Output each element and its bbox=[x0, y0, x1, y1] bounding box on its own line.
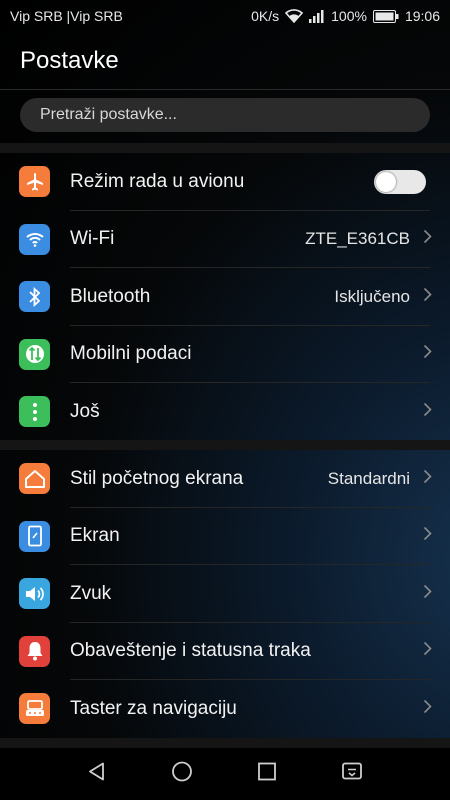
more-icon bbox=[19, 396, 50, 428]
setting-bluetooth[interactable]: Bluetooth Isključeno bbox=[0, 268, 450, 326]
display-icon bbox=[19, 520, 50, 552]
network-speed: 0K/s bbox=[251, 8, 280, 24]
settings-section-display: Stil početnog ekrana Standardni Ekran Zv… bbox=[0, 450, 450, 738]
bluetooth-icon bbox=[19, 281, 50, 313]
section-divider bbox=[0, 738, 450, 748]
recents-icon[interactable] bbox=[257, 762, 277, 787]
bluetooth-status-value: Isključeno bbox=[334, 286, 410, 306]
chevron-right-icon bbox=[423, 402, 432, 422]
status-icons: 0K/s 100% 19:06 bbox=[251, 8, 440, 24]
chevron-right-icon bbox=[423, 469, 432, 489]
home-icon bbox=[19, 463, 50, 495]
setting-label: Mobilni podaci bbox=[70, 343, 192, 365]
setting-mobile-data[interactable]: Mobilni podaci bbox=[0, 326, 450, 383]
setting-label: Wi-Fi bbox=[70, 228, 115, 250]
settings-screen: Vip SRB |Vip SRB 0K/s 100% 19:06 Postavk… bbox=[0, 0, 450, 800]
chevron-right-icon bbox=[423, 229, 432, 249]
chevron-right-icon bbox=[423, 699, 432, 719]
airplane-mode-toggle[interactable] bbox=[374, 169, 426, 194]
section-divider bbox=[0, 440, 450, 450]
notification-shade-icon[interactable] bbox=[341, 762, 363, 787]
setting-label: Režim rada u avionu bbox=[70, 170, 245, 192]
chevron-right-icon bbox=[423, 287, 432, 307]
setting-navigation-key[interactable]: Taster za navigaciju bbox=[0, 680, 450, 738]
app-bar: Postavke bbox=[0, 32, 450, 90]
setting-sound[interactable]: Zvuk bbox=[0, 565, 450, 623]
search-input[interactable]: Pretraži postavke... bbox=[20, 98, 430, 132]
home-circle-icon[interactable] bbox=[171, 761, 193, 788]
setting-wifi[interactable]: Wi-Fi ZTE_E361CB bbox=[0, 211, 450, 268]
speaker-icon bbox=[19, 578, 50, 610]
navigation-key-icon bbox=[19, 693, 50, 725]
wifi-icon bbox=[285, 9, 304, 23]
setting-label: Zvuk bbox=[70, 582, 112, 604]
back-icon[interactable] bbox=[87, 762, 107, 787]
setting-label: Stil početnog ekrana bbox=[70, 467, 244, 489]
airplane-icon bbox=[19, 166, 50, 198]
settings-section-connectivity: Režim rada u avionu Wi-Fi ZTE_E361CB Blu… bbox=[0, 153, 450, 441]
home-style-value: Standardni bbox=[327, 468, 410, 488]
status-bar: Vip SRB |Vip SRB 0K/s 100% 19:06 bbox=[0, 0, 450, 32]
signal-icon bbox=[309, 9, 325, 23]
setting-home-screen-style[interactable]: Stil početnog ekrana Standardni bbox=[0, 450, 450, 508]
chevron-right-icon bbox=[423, 526, 432, 546]
setting-label: Još bbox=[70, 400, 100, 422]
setting-display[interactable]: Ekran bbox=[0, 508, 450, 565]
section-divider bbox=[0, 143, 450, 153]
toggle-knob bbox=[376, 171, 396, 192]
setting-more[interactable]: Još bbox=[0, 383, 450, 441]
setting-airplane-mode[interactable]: Režim rada u avionu bbox=[0, 153, 450, 211]
chevron-right-icon bbox=[423, 641, 432, 661]
setting-label: Taster za navigaciju bbox=[70, 697, 237, 719]
app-bar-divider bbox=[0, 89, 450, 90]
system-navigation-bar bbox=[0, 748, 450, 800]
setting-label: Obaveštenje i statusna traka bbox=[70, 640, 311, 662]
battery-icon bbox=[372, 9, 399, 23]
bell-icon bbox=[19, 635, 50, 667]
setting-label: Bluetooth bbox=[70, 285, 151, 307]
chevron-right-icon bbox=[423, 344, 432, 364]
mobile-data-icon bbox=[19, 338, 50, 370]
carrier-label: Vip SRB |Vip SRB bbox=[10, 8, 123, 24]
chevron-right-icon bbox=[423, 584, 432, 604]
search-placeholder: Pretraži postavke... bbox=[40, 106, 177, 123]
battery-percent: 100% bbox=[331, 8, 367, 24]
setting-notifications[interactable]: Obaveštenje i statusna traka bbox=[0, 623, 450, 680]
setting-label: Ekran bbox=[70, 525, 120, 547]
wifi-network-value: ZTE_E361CB bbox=[305, 229, 410, 249]
page-title: Postavke bbox=[20, 47, 119, 74]
clock: 19:06 bbox=[404, 8, 440, 24]
wifi-icon bbox=[19, 223, 50, 255]
